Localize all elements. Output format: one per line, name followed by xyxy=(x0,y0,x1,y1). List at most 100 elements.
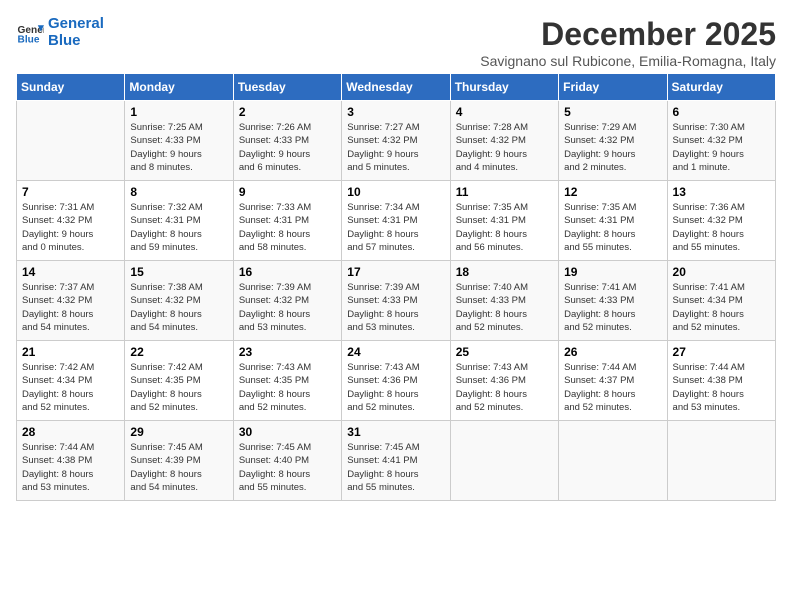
day-info: Sunrise: 7:34 AM Sunset: 4:31 PM Dayligh… xyxy=(347,201,444,254)
day-info: Sunrise: 7:29 AM Sunset: 4:32 PM Dayligh… xyxy=(564,121,661,174)
day-info: Sunrise: 7:39 AM Sunset: 4:33 PM Dayligh… xyxy=(347,281,444,334)
day-info: Sunrise: 7:40 AM Sunset: 4:33 PM Dayligh… xyxy=(456,281,553,334)
calendar-cell: 27Sunrise: 7:44 AM Sunset: 4:38 PM Dayli… xyxy=(667,341,775,421)
day-number: 4 xyxy=(456,105,553,119)
page-header: General Blue General Blue December 2025 … xyxy=(16,16,776,69)
day-number: 17 xyxy=(347,265,444,279)
calendar-cell: 24Sunrise: 7:43 AM Sunset: 4:36 PM Dayli… xyxy=(342,341,450,421)
calendar-cell: 21 Sunrise: 7:42 AM Sunset: 4:34 PM Dayli… xyxy=(17,341,125,421)
logo-icon: General Blue xyxy=(16,19,44,47)
calendar-cell: 30 Sunrise: 7:45 AM Sunset: 4:40 PM Dayli… xyxy=(233,421,341,501)
logo-text-line1: General xyxy=(48,16,104,33)
svg-text:Blue: Blue xyxy=(18,34,40,45)
day-number: 18 xyxy=(456,265,553,279)
calendar-cell xyxy=(450,421,558,501)
calendar-cell: 16Sunrise: 7:39 AM Sunset: 4:32 PM Dayli… xyxy=(233,261,341,341)
day-info: Sunrise: 7:27 AM Sunset: 4:32 PM Dayligh… xyxy=(347,121,444,174)
calendar-cell xyxy=(667,421,775,501)
calendar-cell: 22Sunrise: 7:42 AM Sunset: 4:35 PM Dayli… xyxy=(125,341,233,421)
calendar-cell: 3 Sunrise: 7:27 AM Sunset: 4:32 PM Daylig… xyxy=(342,101,450,181)
day-info: Sunrise: 7:42 AM Sunset: 4:34 PM Dayligh… xyxy=(22,361,119,414)
day-info: Sunrise: 7:28 AM Sunset: 4:32 PM Dayligh… xyxy=(456,121,553,174)
day-number: 22 xyxy=(130,345,227,359)
calendar-cell: 5 Sunrise: 7:29 AM Sunset: 4:32 PM Daylig… xyxy=(559,101,667,181)
day-info: Sunrise: 7:36 AM Sunset: 4:32 PM Dayligh… xyxy=(673,201,770,254)
day-number: 8 xyxy=(130,185,227,199)
calendar-cell: 25 Sunrise: 7:43 AM Sunset: 4:36 PM Dayli… xyxy=(450,341,558,421)
day-info: Sunrise: 7:26 AM Sunset: 4:33 PM Dayligh… xyxy=(239,121,336,174)
day-info: Sunrise: 7:45 AM Sunset: 4:39 PM Dayligh… xyxy=(130,441,227,494)
header-saturday: Saturday xyxy=(667,74,775,101)
day-info: Sunrise: 7:43 AM Sunset: 4:35 PM Dayligh… xyxy=(239,361,336,414)
day-info: Sunrise: 7:39 AM Sunset: 4:32 PM Dayligh… xyxy=(239,281,336,334)
calendar-cell: 14 Sunrise: 7:37 AM Sunset: 4:32 PM Dayli… xyxy=(17,261,125,341)
calendar-cell: 2 Sunrise: 7:26 AM Sunset: 4:33 PM Daylig… xyxy=(233,101,341,181)
week-row-1: 1 Sunrise: 7:25 AM Sunset: 4:33 PM Daylig… xyxy=(17,101,776,181)
calendar-cell: 15 Sunrise: 7:38 AM Sunset: 4:32 PM Dayli… xyxy=(125,261,233,341)
week-row-2: 7 Sunrise: 7:31 AM Sunset: 4:32 PM Daylig… xyxy=(17,181,776,261)
day-number: 21 xyxy=(22,345,119,359)
day-info: Sunrise: 7:31 AM Sunset: 4:32 PM Dayligh… xyxy=(22,201,119,254)
day-number: 2 xyxy=(239,105,336,119)
day-number: 25 xyxy=(456,345,553,359)
day-info: Sunrise: 7:35 AM Sunset: 4:31 PM Dayligh… xyxy=(564,201,661,254)
month-title: December 2025 xyxy=(480,16,776,53)
logo: General Blue General Blue xyxy=(16,16,104,49)
day-info: Sunrise: 7:43 AM Sunset: 4:36 PM Dayligh… xyxy=(347,361,444,414)
day-info: Sunrise: 7:43 AM Sunset: 4:36 PM Dayligh… xyxy=(456,361,553,414)
header-thursday: Thursday xyxy=(450,74,558,101)
calendar-cell xyxy=(17,101,125,181)
day-number: 6 xyxy=(673,105,770,119)
day-info: Sunrise: 7:37 AM Sunset: 4:32 PM Dayligh… xyxy=(22,281,119,334)
day-number: 13 xyxy=(673,185,770,199)
day-info: Sunrise: 7:38 AM Sunset: 4:32 PM Dayligh… xyxy=(130,281,227,334)
calendar-table: SundayMondayTuesdayWednesdayThursdayFrid… xyxy=(16,73,776,501)
header-wednesday: Wednesday xyxy=(342,74,450,101)
day-number: 10 xyxy=(347,185,444,199)
header-tuesday: Tuesday xyxy=(233,74,341,101)
day-info: Sunrise: 7:45 AM Sunset: 4:40 PM Dayligh… xyxy=(239,441,336,494)
day-number: 19 xyxy=(564,265,661,279)
day-number: 26 xyxy=(564,345,661,359)
calendar-cell: 20Sunrise: 7:41 AM Sunset: 4:34 PM Dayli… xyxy=(667,261,775,341)
calendar-cell: 9Sunrise: 7:33 AM Sunset: 4:31 PM Daylig… xyxy=(233,181,341,261)
calendar-cell: 12 Sunrise: 7:35 AM Sunset: 4:31 PM Dayli… xyxy=(559,181,667,261)
day-info: Sunrise: 7:35 AM Sunset: 4:31 PM Dayligh… xyxy=(456,201,553,254)
calendar-cell: 10 Sunrise: 7:34 AM Sunset: 4:31 PM Dayli… xyxy=(342,181,450,261)
day-info: Sunrise: 7:30 AM Sunset: 4:32 PM Dayligh… xyxy=(673,121,770,174)
day-number: 15 xyxy=(130,265,227,279)
subtitle: Savignano sul Rubicone, Emilia-Romagna, … xyxy=(480,53,776,69)
logo-text-line2: Blue xyxy=(48,33,104,50)
day-info: Sunrise: 7:32 AM Sunset: 4:31 PM Dayligh… xyxy=(130,201,227,254)
day-number: 14 xyxy=(22,265,119,279)
day-info: Sunrise: 7:25 AM Sunset: 4:33 PM Dayligh… xyxy=(130,121,227,174)
day-number: 3 xyxy=(347,105,444,119)
day-number: 1 xyxy=(130,105,227,119)
day-number: 7 xyxy=(22,185,119,199)
calendar-cell: 1 Sunrise: 7:25 AM Sunset: 4:33 PM Daylig… xyxy=(125,101,233,181)
day-number: 12 xyxy=(564,185,661,199)
day-number: 30 xyxy=(239,425,336,439)
calendar-cell: 26 Sunrise: 7:44 AM Sunset: 4:37 PM Dayli… xyxy=(559,341,667,421)
title-block: December 2025 Savignano sul Rubicone, Em… xyxy=(480,16,776,69)
calendar-cell xyxy=(559,421,667,501)
calendar-cell: 31Sunrise: 7:45 AM Sunset: 4:41 PM Dayli… xyxy=(342,421,450,501)
calendar-cell: 28Sunrise: 7:44 AM Sunset: 4:38 PM Dayli… xyxy=(17,421,125,501)
day-info: Sunrise: 7:44 AM Sunset: 4:37 PM Dayligh… xyxy=(564,361,661,414)
calendar-cell: 7 Sunrise: 7:31 AM Sunset: 4:32 PM Daylig… xyxy=(17,181,125,261)
week-row-4: 21 Sunrise: 7:42 AM Sunset: 4:34 PM Dayli… xyxy=(17,341,776,421)
header-sunday: Sunday xyxy=(17,74,125,101)
calendar-cell: 17 Sunrise: 7:39 AM Sunset: 4:33 PM Dayli… xyxy=(342,261,450,341)
calendar-cell: 4 Sunrise: 7:28 AM Sunset: 4:32 PM Daylig… xyxy=(450,101,558,181)
day-info: Sunrise: 7:44 AM Sunset: 4:38 PM Dayligh… xyxy=(673,361,770,414)
calendar-header-row: SundayMondayTuesdayWednesdayThursdayFrid… xyxy=(17,74,776,101)
day-number: 29 xyxy=(130,425,227,439)
header-monday: Monday xyxy=(125,74,233,101)
day-info: Sunrise: 7:41 AM Sunset: 4:33 PM Dayligh… xyxy=(564,281,661,334)
calendar-cell: 6 Sunrise: 7:30 AM Sunset: 4:32 PM Daylig… xyxy=(667,101,775,181)
day-number: 5 xyxy=(564,105,661,119)
calendar-cell: 18 Sunrise: 7:40 AM Sunset: 4:33 PM Dayli… xyxy=(450,261,558,341)
week-row-5: 28Sunrise: 7:44 AM Sunset: 4:38 PM Dayli… xyxy=(17,421,776,501)
header-friday: Friday xyxy=(559,74,667,101)
day-number: 28 xyxy=(22,425,119,439)
